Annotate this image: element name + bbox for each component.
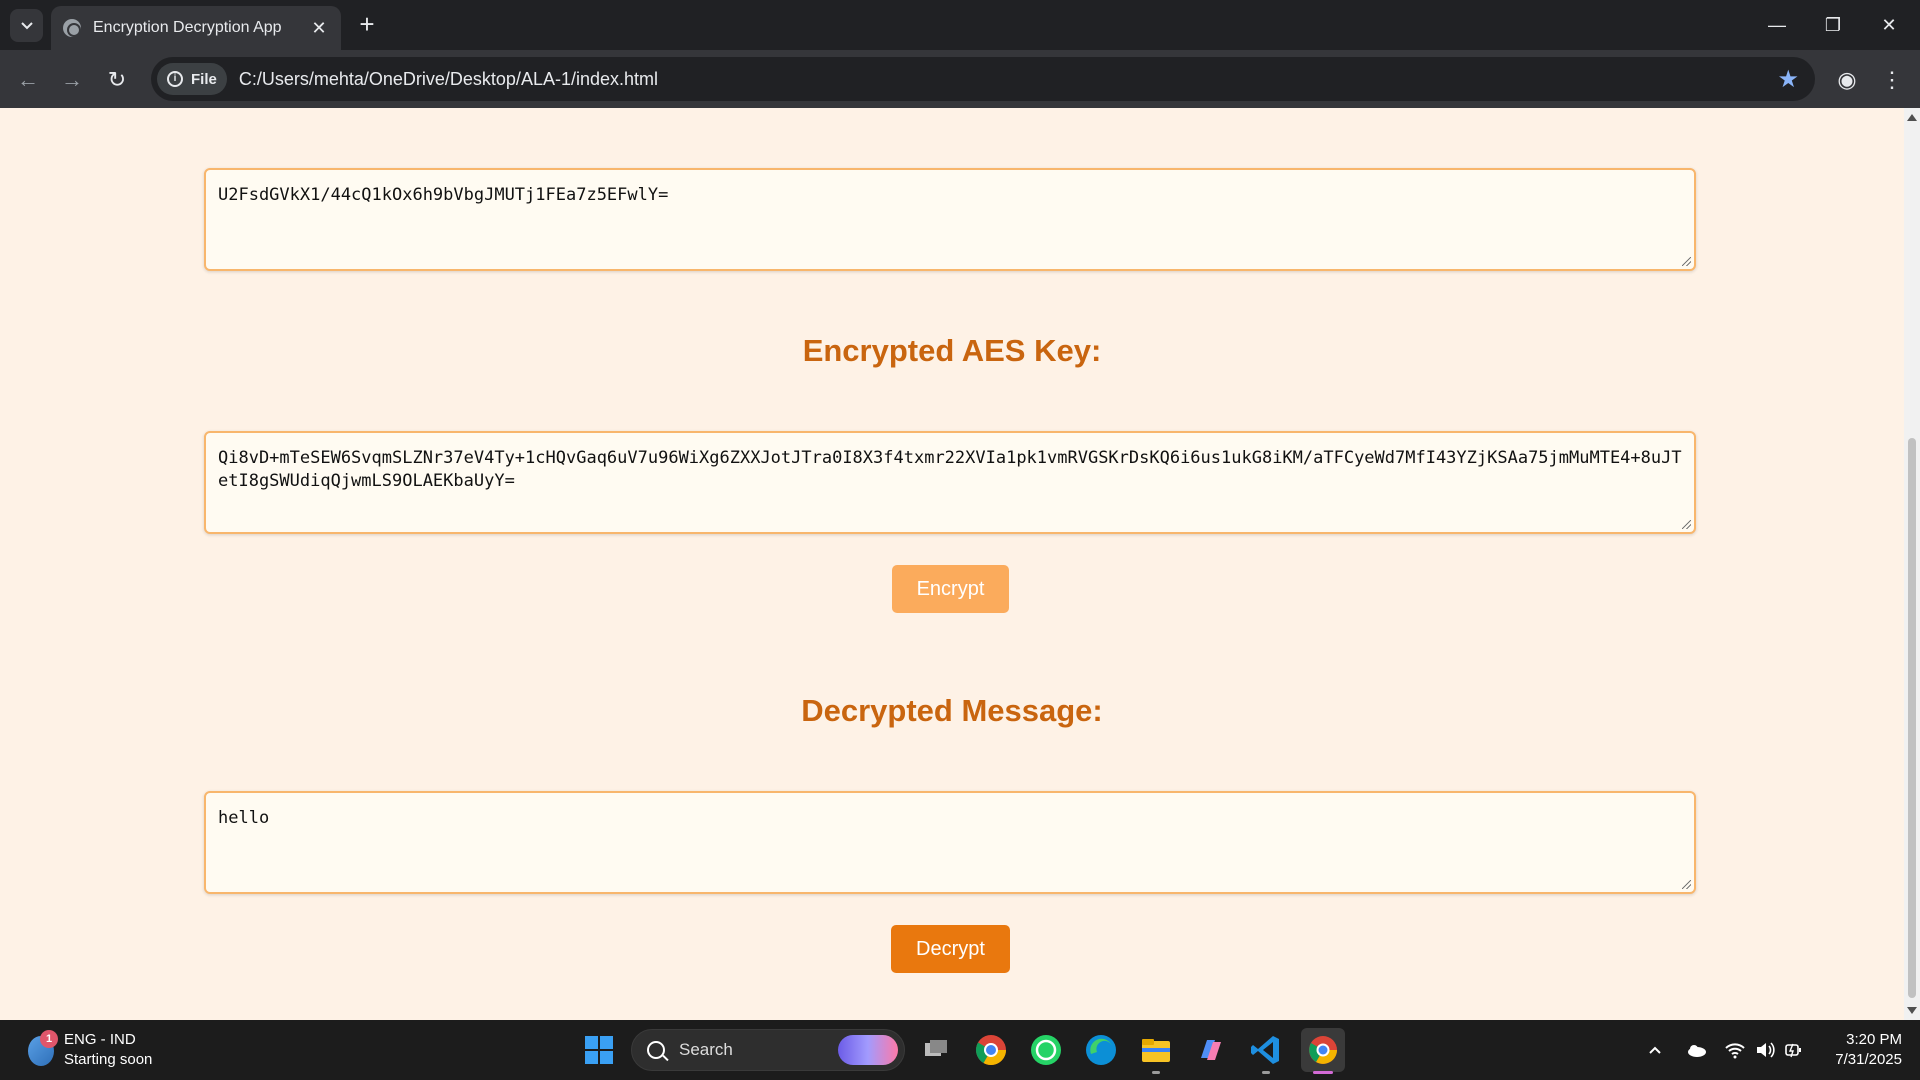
decrypted-message-field[interactable]: hello: [204, 791, 1696, 894]
back-icon[interactable]: ←: [12, 64, 44, 96]
clock-time: 3:20 PM: [1846, 1031, 1902, 1048]
tab-title: Encryption Decryption App: [93, 19, 282, 36]
decrypted-message-heading: Decrypted Message:: [801, 693, 1103, 728]
browser-toolbar: ← → ↻ i File C:/Users/mehta/OneDrive/Des…: [0, 50, 1920, 108]
volume-icon[interactable]: [1750, 1020, 1780, 1080]
search-icon: [647, 1041, 665, 1059]
decrypted-message-text: hello: [218, 808, 270, 828]
decrypt-button[interactable]: Decrypt: [891, 925, 1010, 973]
minimize-button[interactable]: —: [1749, 0, 1805, 50]
show-hidden-icons-chevron-icon[interactable]: [1640, 1020, 1670, 1080]
scroll-up-icon[interactable]: [1907, 114, 1917, 121]
edge-icon[interactable]: [1083, 1032, 1119, 1068]
search-label: Search: [679, 1040, 733, 1059]
encrypted-aes-key-field[interactable]: Qi8vD+mTeSEW6SvqmSLZNr37eV4Ty+1cHQvGaq6u…: [204, 431, 1696, 534]
scroll-thumb[interactable]: [1908, 438, 1916, 998]
file-explorer-icon[interactable]: [1138, 1032, 1174, 1068]
site-info-chip[interactable]: i File: [157, 63, 227, 95]
explorer-running-indicator: [1152, 1071, 1160, 1074]
aes-key-heading: Encrypted AES Key:: [802, 333, 1102, 368]
chrome-icon[interactable]: [973, 1032, 1009, 1068]
chrome-active-indicator: [1313, 1071, 1333, 1074]
resize-grip-icon[interactable]: [1682, 520, 1691, 529]
wifi-icon[interactable]: [1720, 1020, 1750, 1080]
chrome-active-icon[interactable]: [1301, 1028, 1345, 1072]
url-text[interactable]: C:/Users/mehta/OneDrive/Desktop/ALA-1/in…: [239, 69, 1778, 90]
close-window-button[interactable]: ✕: [1861, 0, 1917, 50]
browser-tab-bar: Encryption Decryption App ✕ + — ❐ ✕: [0, 0, 1920, 50]
weather-text[interactable]: ENG - IND Starting soon: [64, 1030, 152, 1070]
vscode-icon[interactable]: [1248, 1032, 1284, 1068]
system-clock[interactable]: 3:20 PM 7/31/2025: [1812, 1030, 1902, 1070]
onedrive-cloud-icon[interactable]: [1680, 1020, 1712, 1080]
page-viewport: U2FsdGVkX1/44cQ1kOx6h9bVbgJMUTj1FEa7z5EF…: [0, 108, 1904, 1020]
task-view-icon[interactable]: [918, 1032, 954, 1068]
tab-search-button[interactable]: [10, 9, 43, 42]
vscode-running-indicator: [1262, 1071, 1270, 1074]
weather-widget[interactable]: 1: [24, 1030, 64, 1070]
profile-icon[interactable]: ◉: [1831, 64, 1863, 96]
resize-grip-icon[interactable]: [1682, 257, 1691, 266]
forward-icon[interactable]: →: [56, 64, 88, 96]
battery-icon[interactable]: [1780, 1020, 1810, 1080]
browser-tab[interactable]: Encryption Decryption App ✕: [51, 6, 341, 50]
whatsapp-icon[interactable]: [1028, 1032, 1064, 1068]
windows-taskbar: 1 ENG - IND Starting soon Search 3:20 PM…: [0, 1020, 1920, 1080]
info-icon: i: [167, 71, 183, 87]
new-tab-button[interactable]: +: [352, 10, 382, 40]
file-chip-label: File: [191, 70, 217, 88]
globe-icon: [63, 19, 81, 37]
copilot-icon[interactable]: [1193, 1032, 1229, 1068]
restore-button[interactable]: ❐: [1805, 0, 1861, 50]
encrypted-aes-key-text: Qi8vD+mTeSEW6SvqmSLZNr37eV4Ty+1cHQvGaq6u…: [218, 448, 1682, 491]
search-highlight-image: [838, 1035, 898, 1065]
notification-badge: 1: [40, 1030, 58, 1048]
close-tab-icon[interactable]: ✕: [309, 18, 329, 39]
page-scrollbar[interactable]: [1904, 108, 1920, 1020]
bookmark-star-icon[interactable]: ★: [1777, 65, 1799, 94]
weather-line2: Starting soon: [64, 1051, 153, 1068]
encrypted-message-text: U2FsdGVkX1/44cQ1kOx6h9bVbgJMUTj1FEa7z5EF…: [218, 185, 669, 205]
reload-icon[interactable]: ↻: [101, 64, 133, 96]
resize-grip-icon[interactable]: [1682, 880, 1691, 889]
scroll-down-icon[interactable]: [1907, 1007, 1917, 1014]
clock-date: 7/31/2025: [1835, 1051, 1902, 1068]
encrypt-button[interactable]: Encrypt: [892, 565, 1009, 613]
weather-line1: ENG - IND: [64, 1031, 136, 1048]
encrypted-message-field[interactable]: U2FsdGVkX1/44cQ1kOx6h9bVbgJMUTj1FEa7z5EF…: [204, 168, 1696, 271]
chevron-down-icon: [20, 21, 33, 29]
address-bar[interactable]: i File C:/Users/mehta/OneDrive/Desktop/A…: [151, 57, 1815, 101]
windows-start-icon[interactable]: [585, 1036, 613, 1064]
more-menu-icon[interactable]: ⋮: [1876, 64, 1908, 96]
taskbar-search[interactable]: Search: [631, 1029, 905, 1071]
